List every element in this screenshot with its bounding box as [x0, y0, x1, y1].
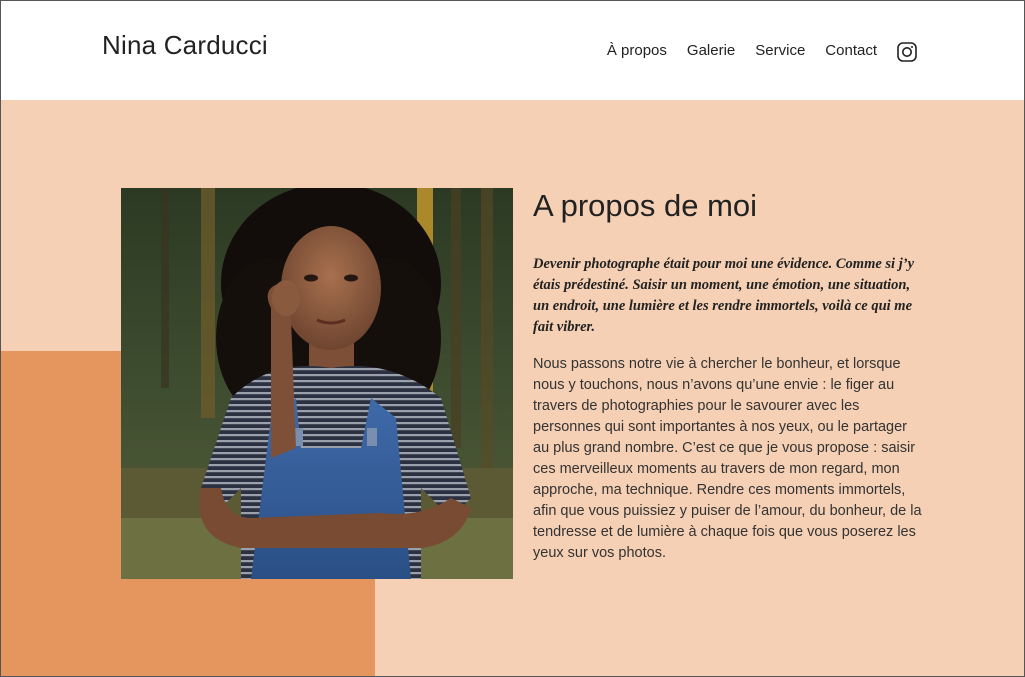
about-title: A propos de moi [533, 188, 758, 223]
about-lead-text: Devenir photographe était pour moi une é… [533, 256, 915, 335]
main-nav: À propos Galerie Service Contact [607, 40, 917, 62]
about-body-text: Nous passons notre vie à chercher le bon… [533, 356, 922, 561]
instagram-icon[interactable] [897, 42, 917, 62]
nav-link-contact[interactable]: Contact [825, 40, 877, 62]
site-header: Nina Carducci À propos Galerie Service C… [0, 0, 1025, 100]
nav-link-service[interactable]: Service [755, 40, 805, 62]
nav-link-a-propos[interactable]: À propos [607, 40, 667, 62]
nav-link-galerie[interactable]: Galerie [687, 40, 735, 62]
about-section: A propos de moi Devenir photographe étai… [0, 100, 1025, 677]
portrait-photo [121, 188, 513, 579]
site-title[interactable]: Nina Carducci [102, 30, 268, 61]
